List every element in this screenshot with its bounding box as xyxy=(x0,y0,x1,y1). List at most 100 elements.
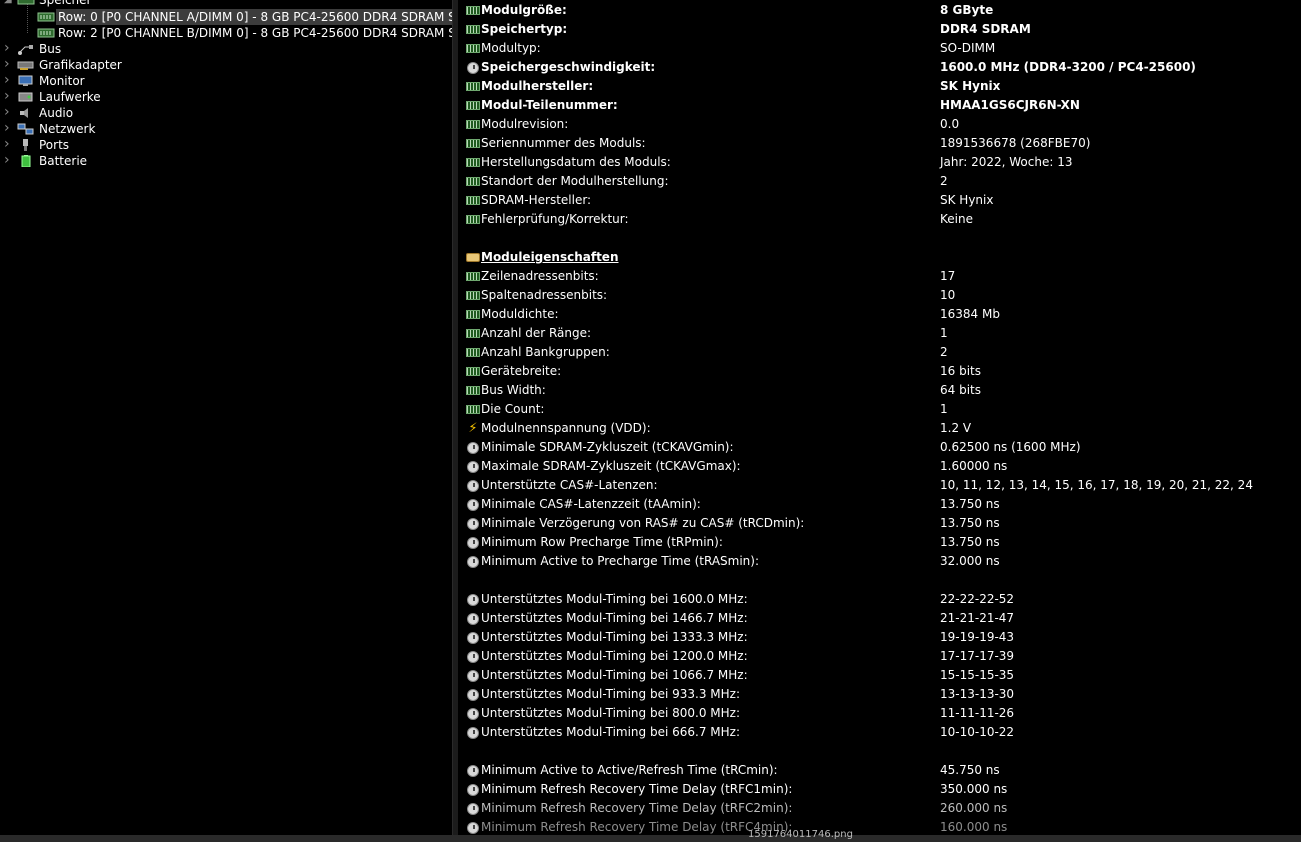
tree-item-label: Bus xyxy=(39,42,62,56)
clock-icon xyxy=(467,499,479,511)
expander-closed-icon[interactable]: › xyxy=(4,120,14,136)
expander-closed-icon[interactable]: › xyxy=(4,136,14,152)
property-value: 10, 11, 12, 13, 14, 15, 16, 17, 18, 19, … xyxy=(940,478,1253,492)
property-value: 22-22-22-52 xyxy=(940,592,1015,606)
clock-icon xyxy=(467,613,479,625)
tree-item-label: Row: 0 [P0 CHANNEL A/DIMM 0] - 8 GB PC4-… xyxy=(56,9,452,25)
ram-icon xyxy=(466,215,480,224)
ram-icon xyxy=(466,44,480,53)
ram-icon xyxy=(466,101,480,110)
property-value: Keine xyxy=(940,212,973,226)
ram-icon xyxy=(466,348,480,357)
property-value: 350.000 ns xyxy=(940,782,1008,796)
memory-icon xyxy=(17,0,35,6)
network-icon xyxy=(17,123,35,135)
ram-module-icon xyxy=(37,11,55,23)
expander-closed-icon[interactable]: › xyxy=(4,152,14,168)
clock-icon xyxy=(467,556,479,568)
property-value: 64 bits xyxy=(940,383,981,397)
property-label: Minimum Active to Active/Refresh Time (t… xyxy=(481,763,778,777)
property-label: Bus Width: xyxy=(481,383,546,397)
property-label: Standort der Modulherstellung: xyxy=(481,174,669,188)
clock-icon xyxy=(467,727,479,739)
tree-item-label: Netzwerk xyxy=(39,122,96,136)
clock-icon xyxy=(467,594,479,606)
property-value: 1891536678 (268FBE70) xyxy=(940,136,1091,150)
property-label: Minimum Refresh Recovery Time Delay (tRF… xyxy=(481,801,793,815)
ram-icon xyxy=(466,6,480,15)
properties-icon xyxy=(466,253,480,262)
clock-icon xyxy=(467,765,479,777)
horizontal-scrollbar[interactable]: 1591764011746.png xyxy=(0,829,1301,842)
property-value: 1 xyxy=(940,326,948,340)
expander-closed-icon[interactable]: › xyxy=(4,56,14,72)
property-label: Minimum Refresh Recovery Time Delay (tRF… xyxy=(481,782,793,796)
clock-icon xyxy=(467,784,479,796)
property-value: 1 xyxy=(940,402,948,416)
property-label: Anzahl Bankgruppen: xyxy=(481,345,610,359)
property-label: Unterstütztes Modul-Timing bei 666.7 MHz… xyxy=(481,725,741,739)
clock-icon xyxy=(467,689,479,701)
property-label: Unterstütztes Modul-Timing bei 1066.7 MH… xyxy=(481,668,748,682)
expander-closed-icon[interactable]: › xyxy=(4,88,14,104)
port-icon xyxy=(17,139,35,151)
property-label: Modulgröße: xyxy=(481,3,567,17)
property-value: 0.0 xyxy=(940,117,960,131)
property-value: DDR4 SDRAM xyxy=(940,22,1031,36)
clock-icon xyxy=(467,461,479,473)
property-label: Unterstützte CAS#-Latenzen: xyxy=(481,478,658,492)
property-label: Moduleigenschaften xyxy=(481,250,619,264)
expander-closed-icon[interactable]: › xyxy=(4,40,14,56)
property-value: 13-13-13-30 xyxy=(940,687,1015,701)
property-value: 2 xyxy=(940,174,948,188)
property-label: Unterstütztes Modul-Timing bei 933.3 MHz… xyxy=(481,687,741,701)
property-value: 260.000 ns xyxy=(940,801,1008,815)
ram-module-icon xyxy=(37,27,55,39)
expander-closed-icon[interactable]: › xyxy=(4,104,14,120)
property-value: Jahr: 2022, Woche: 13 xyxy=(940,155,1073,169)
status-label: 1591764011746.png xyxy=(748,829,853,840)
ram-icon xyxy=(466,329,480,338)
property-value: 10 xyxy=(940,288,956,302)
tree-item-label: Batterie xyxy=(39,154,88,168)
property-label: Speichergeschwindigkeit: xyxy=(481,60,656,74)
ram-icon xyxy=(466,177,480,186)
device-tree[interactable]: ◢ Speicher Row: 0 [P0 CHANNEL A/DIMM 0] - … xyxy=(0,0,452,835)
clock-icon xyxy=(467,480,479,492)
expander-closed-icon[interactable]: › xyxy=(4,72,14,88)
tree-item-label: Row: 2 [P0 CHANNEL B/DIMM 0] - 8 GB PC4-… xyxy=(58,26,452,40)
property-value: 45.750 ns xyxy=(940,763,1000,777)
tree-item-label: Audio xyxy=(39,106,74,120)
voltage-icon: ⚡ xyxy=(468,421,478,436)
battery-icon xyxy=(17,155,35,168)
clock-icon xyxy=(467,537,479,549)
property-value: SK Hynix xyxy=(940,79,1001,93)
property-label: Minimum Active to Precharge Time (tRASmi… xyxy=(481,554,759,568)
graphics-card-icon xyxy=(17,59,35,71)
bus-icon xyxy=(17,43,35,55)
tree-item-label: Ports xyxy=(39,138,70,152)
property-value: 17-17-17-39 xyxy=(940,649,1015,663)
property-value: HMAA1GS6CJR6N-XN xyxy=(940,98,1080,112)
property-label: Unterstütztes Modul-Timing bei 1466.7 MH… xyxy=(481,611,748,625)
property-value: 1600.0 MHz (DDR4-3200 / PC4-25600) xyxy=(940,60,1196,74)
property-value: 15-15-15-35 xyxy=(940,668,1015,682)
tree-item-label: Speicher xyxy=(39,0,92,7)
clock-icon xyxy=(467,518,479,530)
property-value: 21-21-21-47 xyxy=(940,611,1015,625)
drive-icon xyxy=(17,91,35,103)
expander-open-icon[interactable]: ◢ xyxy=(4,0,14,8)
property-label: Fehlerprüfung/Korrektur: xyxy=(481,212,629,226)
details-panel: Modulgröße: 8 GByte Speichertyp: DDR4 SDRAM… xyxy=(458,0,1301,835)
property-value: 13.750 ns xyxy=(940,497,1000,511)
property-label: Spaltenadressenbits: xyxy=(481,288,608,302)
monitor-icon xyxy=(17,75,35,87)
property-label: Die Count: xyxy=(481,402,545,416)
clock-icon xyxy=(467,822,479,834)
ram-icon xyxy=(466,310,480,319)
property-value: 10-10-10-22 xyxy=(940,725,1015,739)
property-value: 8 GByte xyxy=(940,3,994,17)
clock-icon xyxy=(467,62,479,74)
property-label: Modultyp: xyxy=(481,41,541,55)
property-value: 13.750 ns xyxy=(940,535,1000,549)
